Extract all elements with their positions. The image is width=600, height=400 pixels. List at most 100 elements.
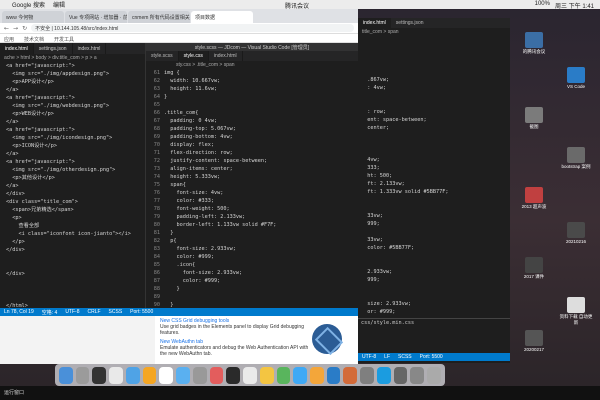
code-line[interactable] [6,294,145,302]
code-line[interactable]: color: #333; [164,197,276,205]
dock-app-icon[interactable] [109,366,123,384]
dock-app-icon[interactable] [393,366,408,384]
code-line[interactable]: <a href="javascript:"> [6,158,145,166]
status-item[interactable]: SCSS [109,309,123,315]
dock-app-icon[interactable] [192,366,207,384]
editor-tab[interactable]: settings.json [391,18,429,28]
code-line[interactable] [361,260,510,268]
code-line[interactable] [361,148,510,156]
editor-tab[interactable]: index.html [358,18,391,28]
bookmark-item[interactable]: 开发工具 [54,36,74,43]
code-line[interactable]: </a> [6,118,145,126]
code-line[interactable]: .867vw; [361,76,510,84]
code-line[interactable]: <p>APP设计</p> [6,78,145,86]
editor-tab[interactable]: index.html [0,43,34,54]
code-line[interactable]: padding-bottom: 4vw; [164,133,276,141]
dock-app-icon[interactable] [259,366,274,384]
browser-tab[interactable]: www 今何物 [2,11,64,23]
dock-app-icon[interactable] [176,366,190,384]
code-line[interactable]: img { [164,69,276,77]
dock-app-icon[interactable] [310,366,324,384]
status-item[interactable]: UTF-8 [362,354,376,360]
code-line[interactable]: <a href="javascript:"> [6,94,145,102]
code-line[interactable] [361,204,510,212]
dock-app-icon[interactable] [410,366,425,384]
code-line[interactable]: flex-direction: row; [164,149,276,157]
status-item[interactable]: Port: 5500 [130,309,153,315]
code-line[interactable] [6,278,145,286]
code-line[interactable]: border-left: 1.133vw solid #F7F; [164,221,276,229]
code-line[interactable] [361,68,510,76]
code-line[interactable] [361,292,510,300]
status-item[interactable]: 空格: 4 [42,309,58,316]
dock-app-icon[interactable] [293,366,308,384]
menu-item-0[interactable]: Google 搜索 [12,0,45,9]
code-line[interactable]: center; [361,124,510,132]
code-line[interactable]: } [164,229,276,237]
code-line[interactable] [361,252,510,260]
dock-app-icon[interactable] [343,366,358,384]
code-line[interactable]: ht: 500; [361,172,510,180]
code-line[interactable] [6,262,145,270]
code-line[interactable] [361,100,510,108]
vscode-breadcrumb[interactable]: sty.css > .title_com > span [146,61,358,69]
code-line[interactable]: </div> [6,190,145,198]
url-input[interactable]: 不安全 | 10.144.105.48/src/index.html [31,24,354,32]
code-line[interactable]: <img src="./img/appdesign.png"> [6,70,145,78]
desktop-icon[interactable]: 20200217 [516,330,552,352]
editor-tab[interactable]: index.html [73,43,107,54]
code-line[interactable]: ft: 1.333vw solid #5BB77F; [361,188,510,196]
dock-app-icon[interactable] [427,366,441,384]
code-line[interactable]: color: #999; [164,277,276,285]
code-line[interactable]: font-size: 4vw; [164,189,276,197]
reload-icon[interactable]: ↻ [22,25,27,32]
desktop-icon[interactable]: 截图 [516,107,552,130]
desktop-icon[interactable]: bootstrap 案例 [558,147,594,170]
forward-icon[interactable]: → [13,25,18,32]
code-line[interactable]: or: #999; [361,308,510,316]
code-line[interactable]: font-weight: 500; [164,205,276,213]
code-line[interactable]: font-size: 2.933vw; [164,245,276,253]
code-line[interactable] [361,284,510,292]
code-line[interactable]: </a> [6,150,145,158]
code-line[interactable]: color: #5BB77F; [361,244,510,252]
code-line[interactable]: </p> [6,238,145,246]
status-item[interactable]: Ln 78, Col 19 [4,309,34,315]
code-line[interactable]: size: 2.933vw; [361,300,510,308]
code-line[interactable]: align-items: center; [164,165,276,173]
right-editor-code[interactable]: .867vw; : 4vw; : row; ent: space-between… [358,36,510,316]
editor-tab[interactable]: settings.json [34,43,73,54]
code-line[interactable] [361,140,510,148]
desktop-icon[interactable]: 的腾讯会议 [516,32,552,55]
code-line[interactable]: 2.933vw; [361,268,510,276]
dock-app-icon[interactable] [92,366,107,384]
status-item[interactable]: Port: 5500 [420,354,443,360]
code-line[interactable]: padding-top: 5.067vw; [164,125,276,133]
code-line[interactable]: 333; [361,164,510,172]
code-line[interactable]: 4vw; [361,156,510,164]
editor-tab[interactable]: style.scss [146,51,179,61]
code-line[interactable]: <a href="javascript:"> [6,62,145,70]
code-line[interactable]: </div> [6,246,145,254]
code-line[interactable]: .icon{ [164,261,276,269]
bookmark-item[interactable]: 应用 [4,36,14,43]
code-line[interactable] [361,52,510,60]
dock-app-icon[interactable] [59,366,73,384]
code-line[interactable]: <p>其他设计</p> [6,174,145,182]
desktop-icon[interactable]: 20210216 [558,222,594,244]
code-line[interactable]: 999; [361,220,510,228]
code-line[interactable]: span{ [164,181,276,189]
code-line[interactable]: padding: 0 4vw; [164,117,276,125]
code-line[interactable]: <p>ICON设计</p> [6,142,145,150]
dock-app-icon[interactable] [209,366,224,384]
code-line[interactable]: : 4vw; [361,84,510,92]
dock-app-icon[interactable] [159,366,174,384]
code-line[interactable]: </a> [6,182,145,190]
code-line[interactable]: width: 10.667vw; [164,77,276,85]
dock-app-icon[interactable] [243,366,257,384]
code-line[interactable] [164,101,276,109]
code-line[interactable]: <img src="./img/icondesign.png"> [6,134,145,142]
code-line[interactable]: 33vw; [361,236,510,244]
code-line[interactable] [361,92,510,100]
code-line[interactable]: color: #999; [164,253,276,261]
